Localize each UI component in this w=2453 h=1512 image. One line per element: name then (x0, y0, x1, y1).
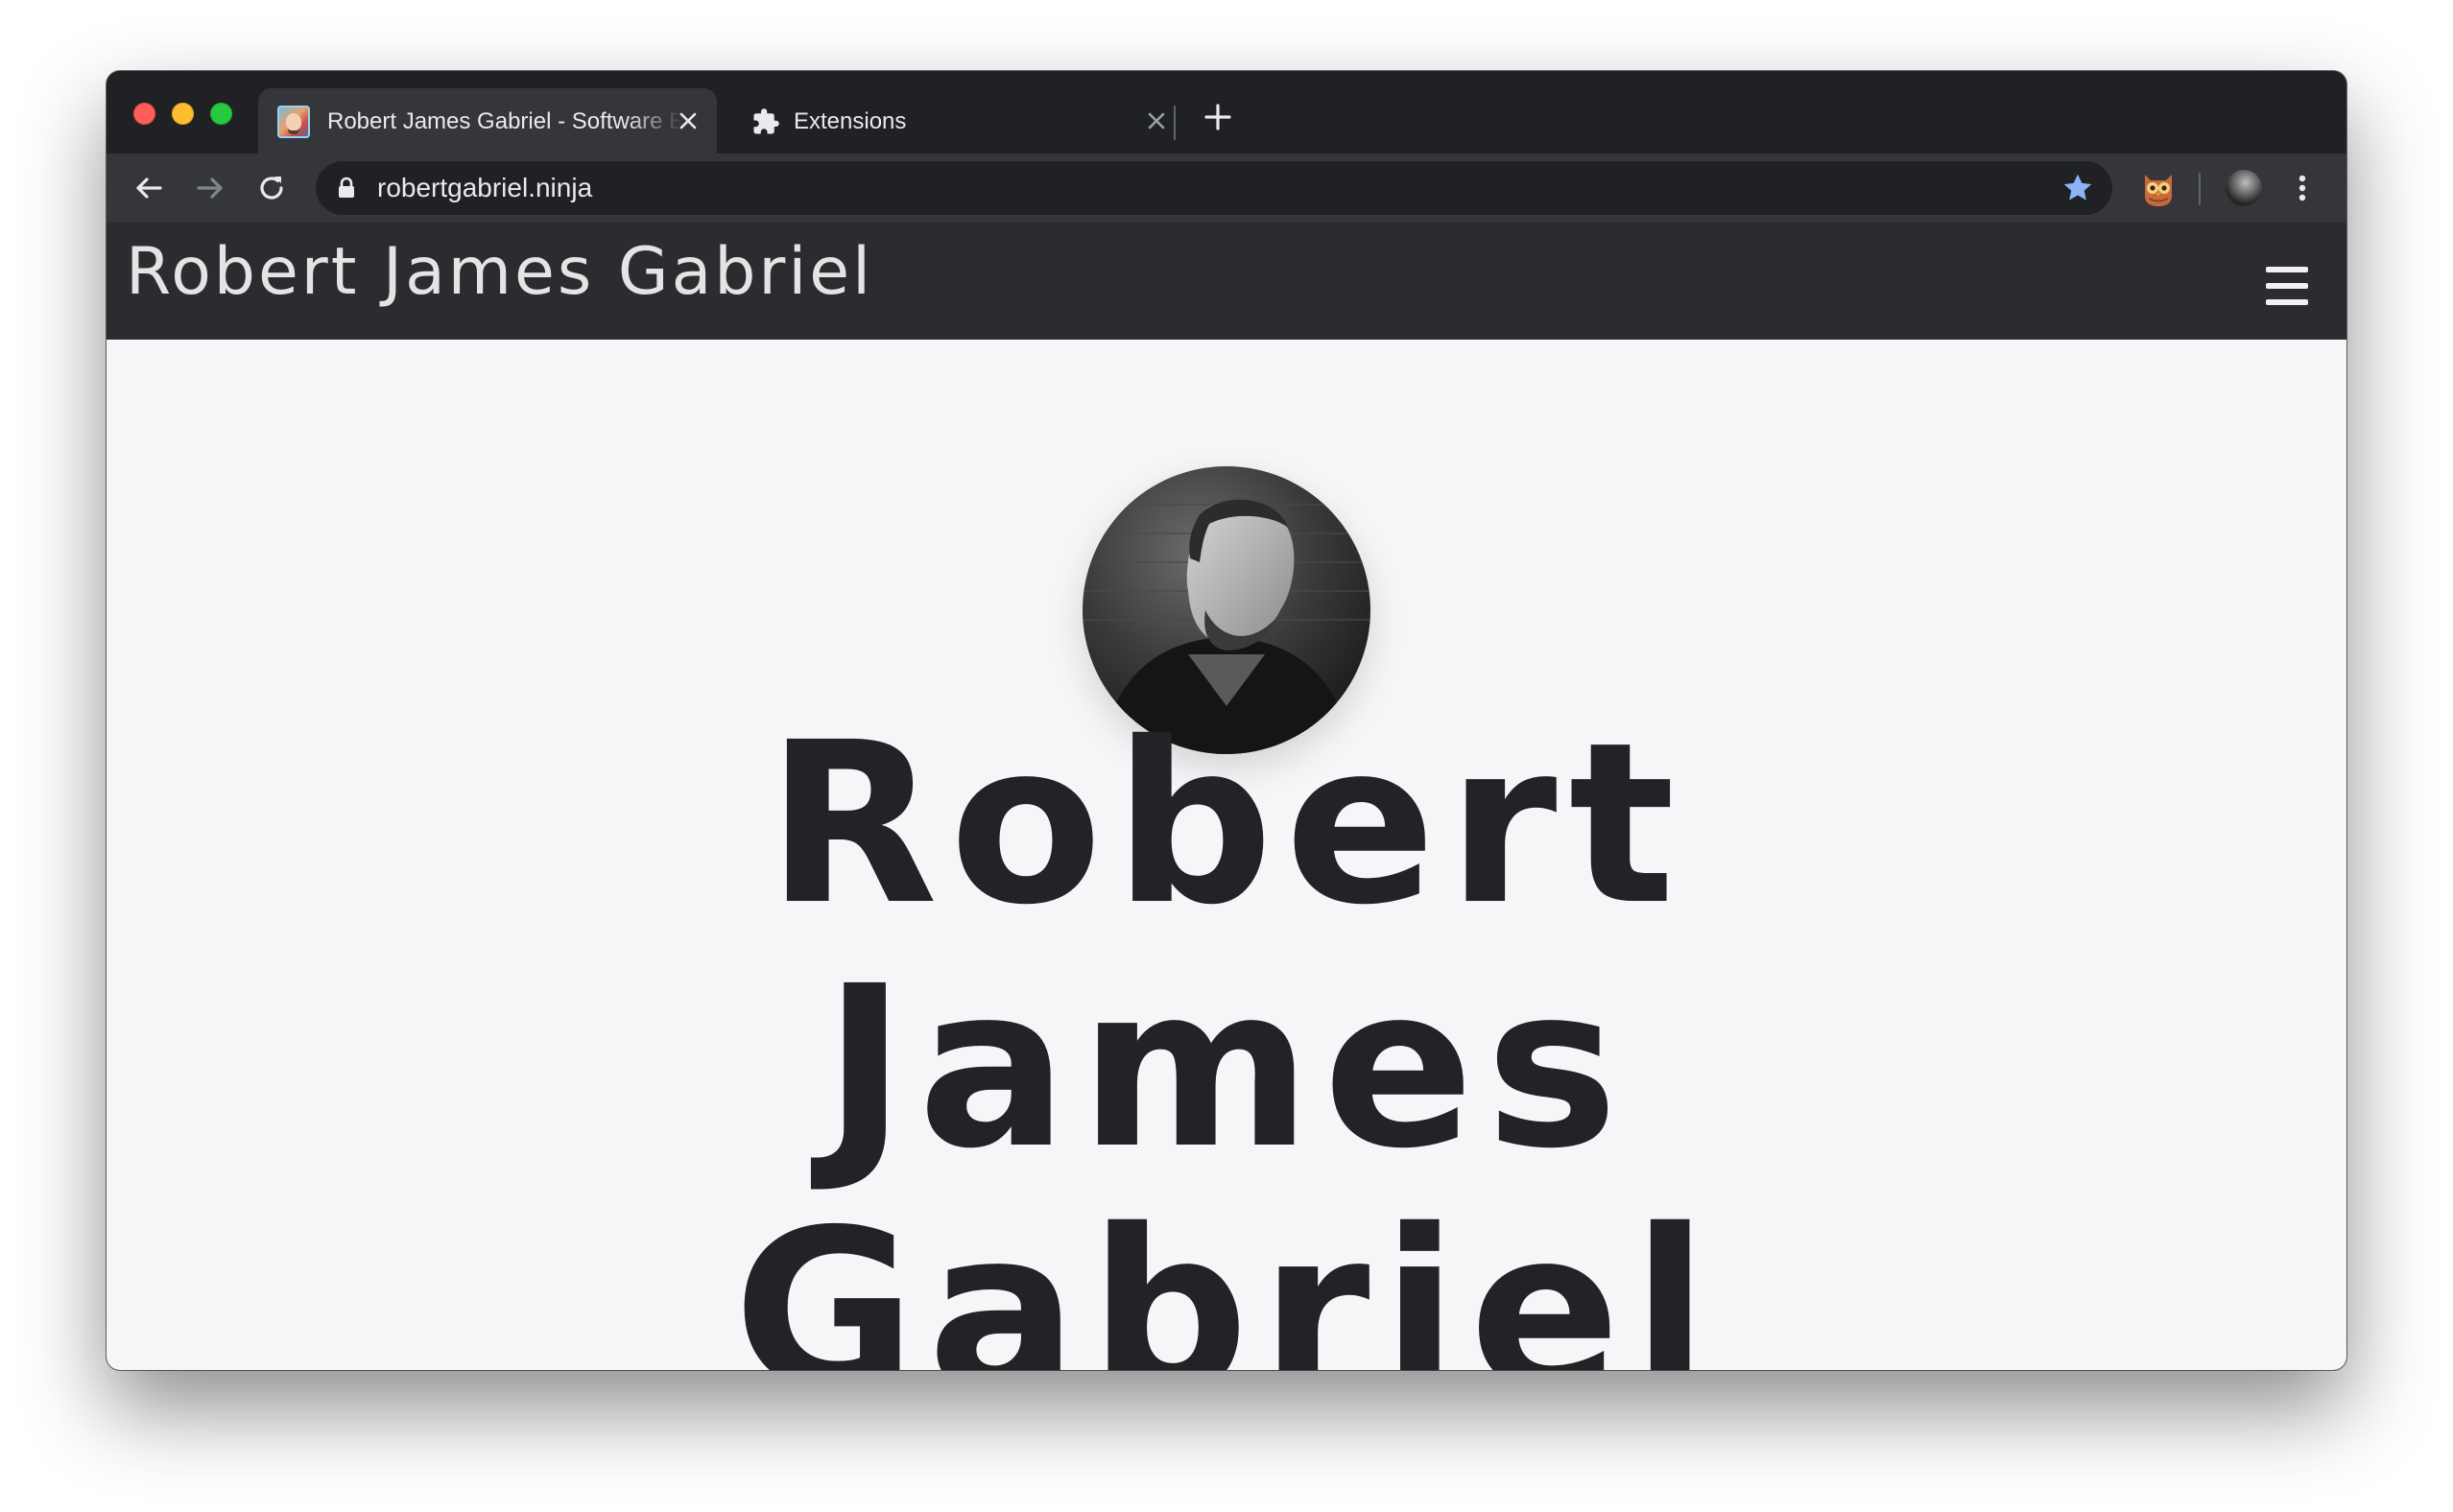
web-page: Robert James Gabriel Robert James Gabrie… (107, 223, 2346, 1370)
tab-title: Robert James Gabriel - Software Engineer (327, 108, 682, 134)
reload-icon[interactable] (252, 169, 291, 207)
browser-toolbar: robertgabriel.ninja (107, 154, 2346, 223)
close-window-button[interactable] (133, 103, 155, 125)
site-brand[interactable]: Robert James Gabriel (126, 234, 873, 310)
owl-extension-icon[interactable] (2137, 167, 2179, 209)
tab-extensions[interactable]: Extensions (726, 88, 1187, 154)
new-tab-plus-icon[interactable] (1201, 100, 1235, 134)
address-bar[interactable]: robertgabriel.ninja (316, 161, 2112, 215)
profile-avatar[interactable] (2226, 170, 2262, 206)
tab-robert-james-gabriel[interactable]: Robert James Gabriel - Software Engineer (258, 88, 717, 154)
puzzle-icon (753, 108, 779, 134)
site-header: Robert James Gabriel (107, 223, 2346, 340)
hero-name-line: James (822, 938, 1631, 1197)
tab-strip: Robert James Gabriel - Software Engineer… (107, 71, 2346, 154)
maximize-window-button[interactable] (210, 103, 232, 125)
avatar-favicon-icon (277, 106, 310, 138)
minimize-window-button[interactable] (172, 103, 194, 125)
browser-window: Robert James Gabriel - Software Engineer… (107, 71, 2346, 1370)
bookmark-star-icon[interactable] (2060, 171, 2095, 205)
forward-arrow-icon[interactable] (191, 169, 229, 207)
tab-divider (1174, 106, 1176, 140)
lock-icon (339, 177, 354, 198)
hero-name-line: Robert (766, 695, 1687, 954)
hero-name-line: Gabriel (733, 1182, 1720, 1370)
hero-name: Robert James Gabriel (107, 702, 2346, 1370)
kebab-menu-icon[interactable] (2291, 169, 2314, 207)
back-arrow-icon[interactable] (130, 169, 168, 207)
tab-title: Extensions (794, 108, 907, 134)
url-text[interactable]: robertgabriel.ninja (377, 173, 592, 203)
hamburger-menu-icon[interactable] (2266, 267, 2308, 305)
tab-close-icon[interactable] (677, 109, 700, 132)
tab-close-icon[interactable] (1145, 109, 1168, 132)
toolbar-divider (2199, 173, 2201, 205)
